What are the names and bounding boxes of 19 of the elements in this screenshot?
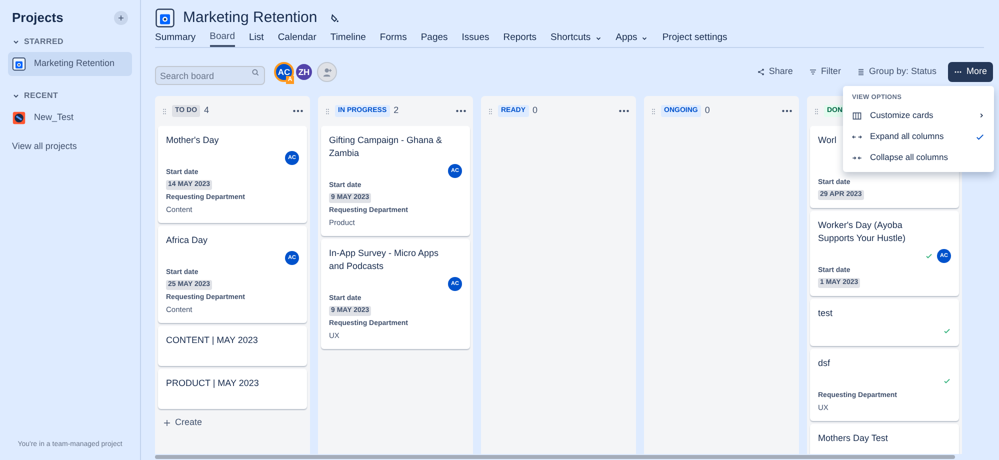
issue-count: 2 [394,104,399,118]
card-title: Worl [818,134,838,147]
issue-count: 0 [532,104,538,118]
card-title: Mothers Day Test [818,432,889,445]
issue-count: 4 [204,104,210,118]
card-title: CONTENT | MAY 2023 [166,334,259,347]
issue-count: 0 [704,104,710,118]
section-heading: RECENT [24,90,58,102]
card-title: Mother's Day [166,134,220,147]
card-title: PRODUCT | MAY 2023 [166,377,260,390]
project-title: Marketing Retention [183,8,318,28]
card-title: Gifting Campaign - Ghana & Zambia [329,134,444,160]
card-title: test [818,307,834,320]
sidebar-title: Projects [12,9,64,27]
section-heading: STARRED [24,36,64,48]
card-title: Worker's Day (Ayoba Supports Your Hustle) [818,219,907,245]
card-title: Africa Day [166,234,209,247]
card-title: In-App Survey - Micro Apps and Podcasts [329,247,440,273]
card-title: dsf [818,357,832,370]
